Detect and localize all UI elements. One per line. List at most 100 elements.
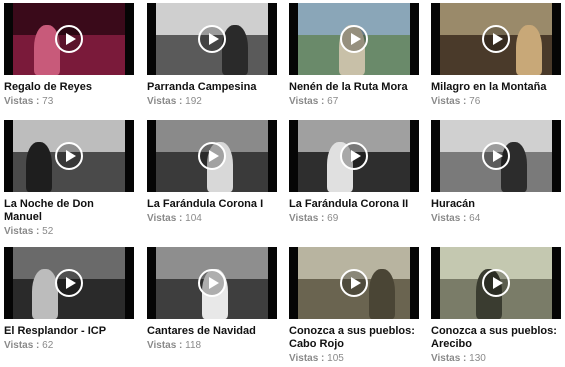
film-border (268, 3, 277, 75)
video-title[interactable]: Cantares de Navidad (147, 325, 277, 338)
video-title[interactable]: Parranda Campesina (147, 81, 277, 94)
film-border (431, 3, 440, 75)
view-count: Vistas : 130 (431, 353, 561, 365)
view-count: Vistas : 69 (289, 213, 419, 225)
video-thumbnail[interactable] (147, 3, 277, 75)
video-thumbnail[interactable] (289, 3, 419, 75)
video-thumbnail[interactable] (431, 247, 561, 319)
views-label: Vistas : (4, 340, 40, 351)
view-count: Vistas : 52 (4, 226, 134, 238)
thumbnail-figure (32, 269, 58, 319)
film-border (410, 3, 419, 75)
film-border (125, 3, 134, 75)
views-label: Vistas : (4, 226, 40, 237)
film-border (410, 120, 419, 192)
video-title[interactable]: Regalo de Reyes (4, 81, 134, 94)
film-border (4, 247, 13, 319)
video-card[interactable]: La Farándula Corona I Vistas : 104 (147, 120, 277, 225)
play-icon[interactable] (340, 269, 368, 297)
video-title[interactable]: Conozca a sus pueblos: Arecibo (431, 325, 561, 351)
view-count: Vistas : 118 (147, 340, 277, 352)
view-count: Vistas : 64 (431, 213, 561, 225)
thumbnail-figure (26, 142, 52, 192)
view-count: Vistas : 104 (147, 213, 277, 225)
views-label: Vistas : (289, 353, 325, 364)
video-title[interactable]: Nenén de la Ruta Mora (289, 81, 419, 94)
views-value: 62 (42, 340, 54, 351)
film-border (552, 3, 561, 75)
video-card[interactable]: Cantares de Navidad Vistas : 118 (147, 247, 277, 352)
view-count: Vistas : 67 (289, 96, 419, 108)
film-border (289, 3, 298, 75)
video-card[interactable]: Milagro en la Montaña Vistas : 76 (431, 3, 561, 108)
play-icon[interactable] (482, 25, 510, 53)
film-border (552, 247, 561, 319)
video-title[interactable]: La Farándula Corona II (289, 198, 419, 211)
video-thumbnail[interactable] (289, 120, 419, 192)
video-card[interactable]: La Farándula Corona II Vistas : 69 (289, 120, 419, 225)
views-value: 104 (185, 213, 202, 224)
views-label: Vistas : (147, 213, 183, 224)
video-title[interactable]: El Resplandor - ICP (4, 325, 134, 338)
views-value: 118 (185, 340, 202, 351)
play-icon[interactable] (55, 269, 83, 297)
video-title[interactable]: Huracán (431, 198, 561, 211)
views-label: Vistas : (431, 353, 467, 364)
video-title[interactable]: Conozca a sus pueblos: Cabo Rojo (289, 325, 419, 351)
film-border (268, 247, 277, 319)
film-border (4, 3, 13, 75)
video-card[interactable]: El Resplandor - ICP Vistas : 62 (4, 247, 134, 352)
film-border (147, 247, 156, 319)
film-border (289, 120, 298, 192)
video-title[interactable]: La Noche de Don Manuel (4, 198, 134, 224)
views-value: 67 (327, 96, 339, 107)
film-border (125, 247, 134, 319)
view-count: Vistas : 192 (147, 96, 277, 108)
play-icon[interactable] (198, 25, 226, 53)
video-card[interactable]: Huracán Vistas : 64 (431, 120, 561, 225)
views-value: 52 (42, 226, 54, 237)
thumbnail-figure (516, 25, 542, 75)
play-icon[interactable] (198, 269, 226, 297)
video-thumbnail[interactable] (4, 3, 134, 75)
video-card[interactable]: Nenén de la Ruta Mora Vistas : 67 (289, 3, 419, 108)
video-thumbnail[interactable] (4, 120, 134, 192)
view-count: Vistas : 73 (4, 96, 134, 108)
video-card[interactable]: Conozca a sus pueblos: Cabo Rojo Vistas :… (289, 247, 419, 365)
view-count: Vistas : 76 (431, 96, 561, 108)
film-border (431, 247, 440, 319)
video-thumbnail[interactable] (147, 247, 277, 319)
film-border (552, 120, 561, 192)
video-title[interactable]: Milagro en la Montaña (431, 81, 561, 94)
film-border (268, 120, 277, 192)
views-label: Vistas : (4, 96, 40, 107)
play-icon[interactable] (340, 142, 368, 170)
play-icon[interactable] (482, 269, 510, 297)
film-border (147, 120, 156, 192)
video-card[interactable]: La Noche de Don Manuel Vistas : 52 (4, 120, 134, 238)
thumbnail-figure (222, 25, 248, 75)
views-value: 105 (327, 353, 344, 364)
play-icon[interactable] (55, 142, 83, 170)
film-border (289, 247, 298, 319)
video-thumbnail[interactable] (147, 120, 277, 192)
view-count: Vistas : 105 (289, 353, 419, 365)
play-icon[interactable] (198, 142, 226, 170)
views-value: 76 (469, 96, 481, 107)
video-thumbnail[interactable] (289, 247, 419, 319)
play-icon[interactable] (340, 25, 368, 53)
film-border (410, 247, 419, 319)
video-card[interactable]: Conozca a sus pueblos: Arecibo Vistas : 1… (431, 247, 561, 365)
play-icon[interactable] (482, 142, 510, 170)
views-value: 73 (42, 96, 54, 107)
video-thumbnail[interactable] (431, 120, 561, 192)
video-title[interactable]: La Farándula Corona I (147, 198, 277, 211)
thumbnail-figure (369, 269, 395, 319)
video-thumbnail[interactable] (4, 247, 134, 319)
film-border (431, 120, 440, 192)
views-value: 130 (469, 353, 486, 364)
video-card[interactable]: Regalo de Reyes Vistas : 73 (4, 3, 134, 108)
video-card[interactable]: Parranda Campesina Vistas : 192 (147, 3, 277, 108)
video-thumbnail[interactable] (431, 3, 561, 75)
play-icon[interactable] (55, 25, 83, 53)
